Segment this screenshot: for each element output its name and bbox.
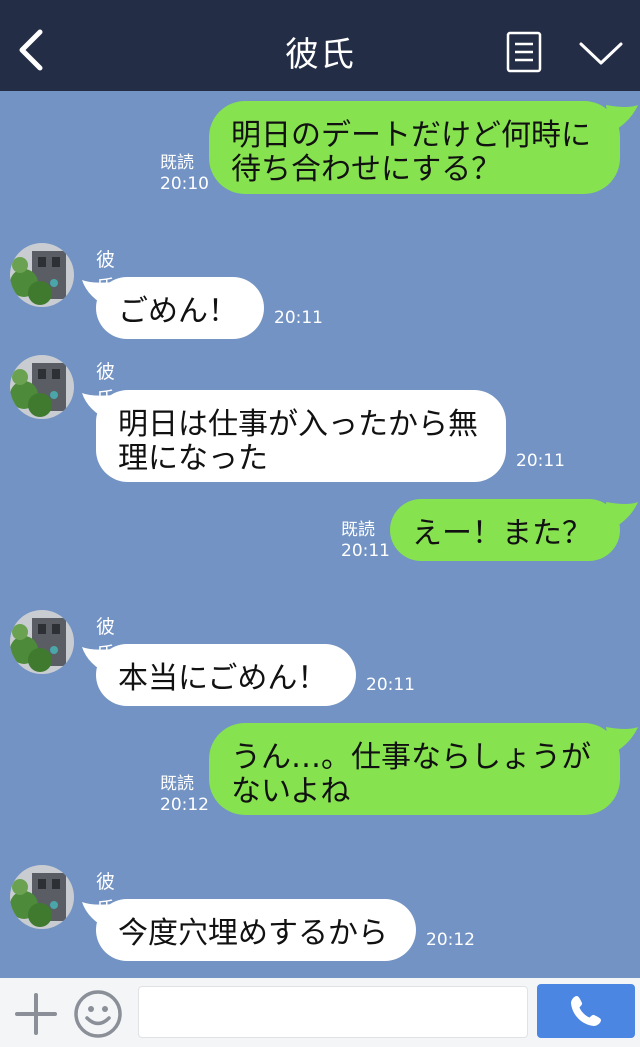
message-line: 明日のデートだけど何時に [231, 118, 591, 153]
avatar[interactable] [10, 865, 74, 929]
message-line: うん…。仕事ならしょうが [231, 740, 591, 775]
message-line: 今度穴埋めするから [118, 916, 388, 951]
message-line: ごめん！ [118, 294, 238, 329]
chat-header: 彼氏 [0, 0, 640, 91]
avatar[interactable] [10, 355, 74, 419]
message-input[interactable] [138, 986, 528, 1038]
list-icon[interactable] [506, 31, 542, 73]
received-bubble[interactable]: 本当にごめん！ [96, 644, 356, 706]
sent-bubble[interactable]: えー！また？ [390, 499, 620, 561]
read-receipt: 既読 20:12 [160, 774, 209, 816]
message-time: 20:10 [160, 174, 209, 194]
message-line: えー！また？ [412, 516, 592, 551]
message-time: 20:11 [516, 451, 565, 471]
chat-title: 彼氏 [285, 35, 355, 75]
message-line: 理になった [118, 441, 268, 476]
received-bubble[interactable]: ごめん！ [96, 277, 264, 339]
message-line: 明日は仕事が入ったから無 [118, 407, 478, 442]
chevron-down-icon[interactable] [578, 40, 624, 68]
read-label: 既読 [341, 520, 375, 540]
read-label: 既読 [160, 774, 194, 794]
composer-bar [0, 978, 640, 1047]
phone-icon [571, 996, 601, 1026]
message-time: 20:12 [160, 795, 209, 815]
smile-icon[interactable] [73, 989, 123, 1039]
plus-icon[interactable] [14, 992, 58, 1036]
message-time: 20:11 [341, 541, 390, 561]
avatar[interactable] [10, 610, 74, 674]
received-bubble[interactable]: 明日は仕事が入ったから無 理になった [96, 390, 506, 482]
received-bubble[interactable]: 今度穴埋めするから [96, 899, 416, 961]
avatar[interactable] [10, 243, 74, 307]
read-receipt: 既読 20:10 [160, 153, 209, 195]
message-line: ないよね [231, 774, 351, 809]
read-receipt: 既読 20:11 [341, 520, 390, 562]
message-line: 待ち合わせにする？ [231, 152, 502, 187]
sent-bubble[interactable]: 明日のデートだけど何時に 待ち合わせにする？ [209, 101, 620, 194]
message-time: 20:11 [366, 675, 415, 695]
message-line: 本当にごめん！ [118, 661, 328, 696]
message-time: 20:12 [426, 930, 475, 950]
call-button[interactable] [537, 984, 635, 1038]
message-list[interactable]: 明日のデートだけど何時に 待ち合わせにする？ 既読 20:10 彼氏 ごめん！ … [0, 91, 640, 978]
sent-bubble[interactable]: うん…。仕事ならしょうが ないよね [209, 723, 620, 815]
message-time: 20:11 [274, 308, 323, 328]
read-label: 既読 [160, 153, 194, 173]
